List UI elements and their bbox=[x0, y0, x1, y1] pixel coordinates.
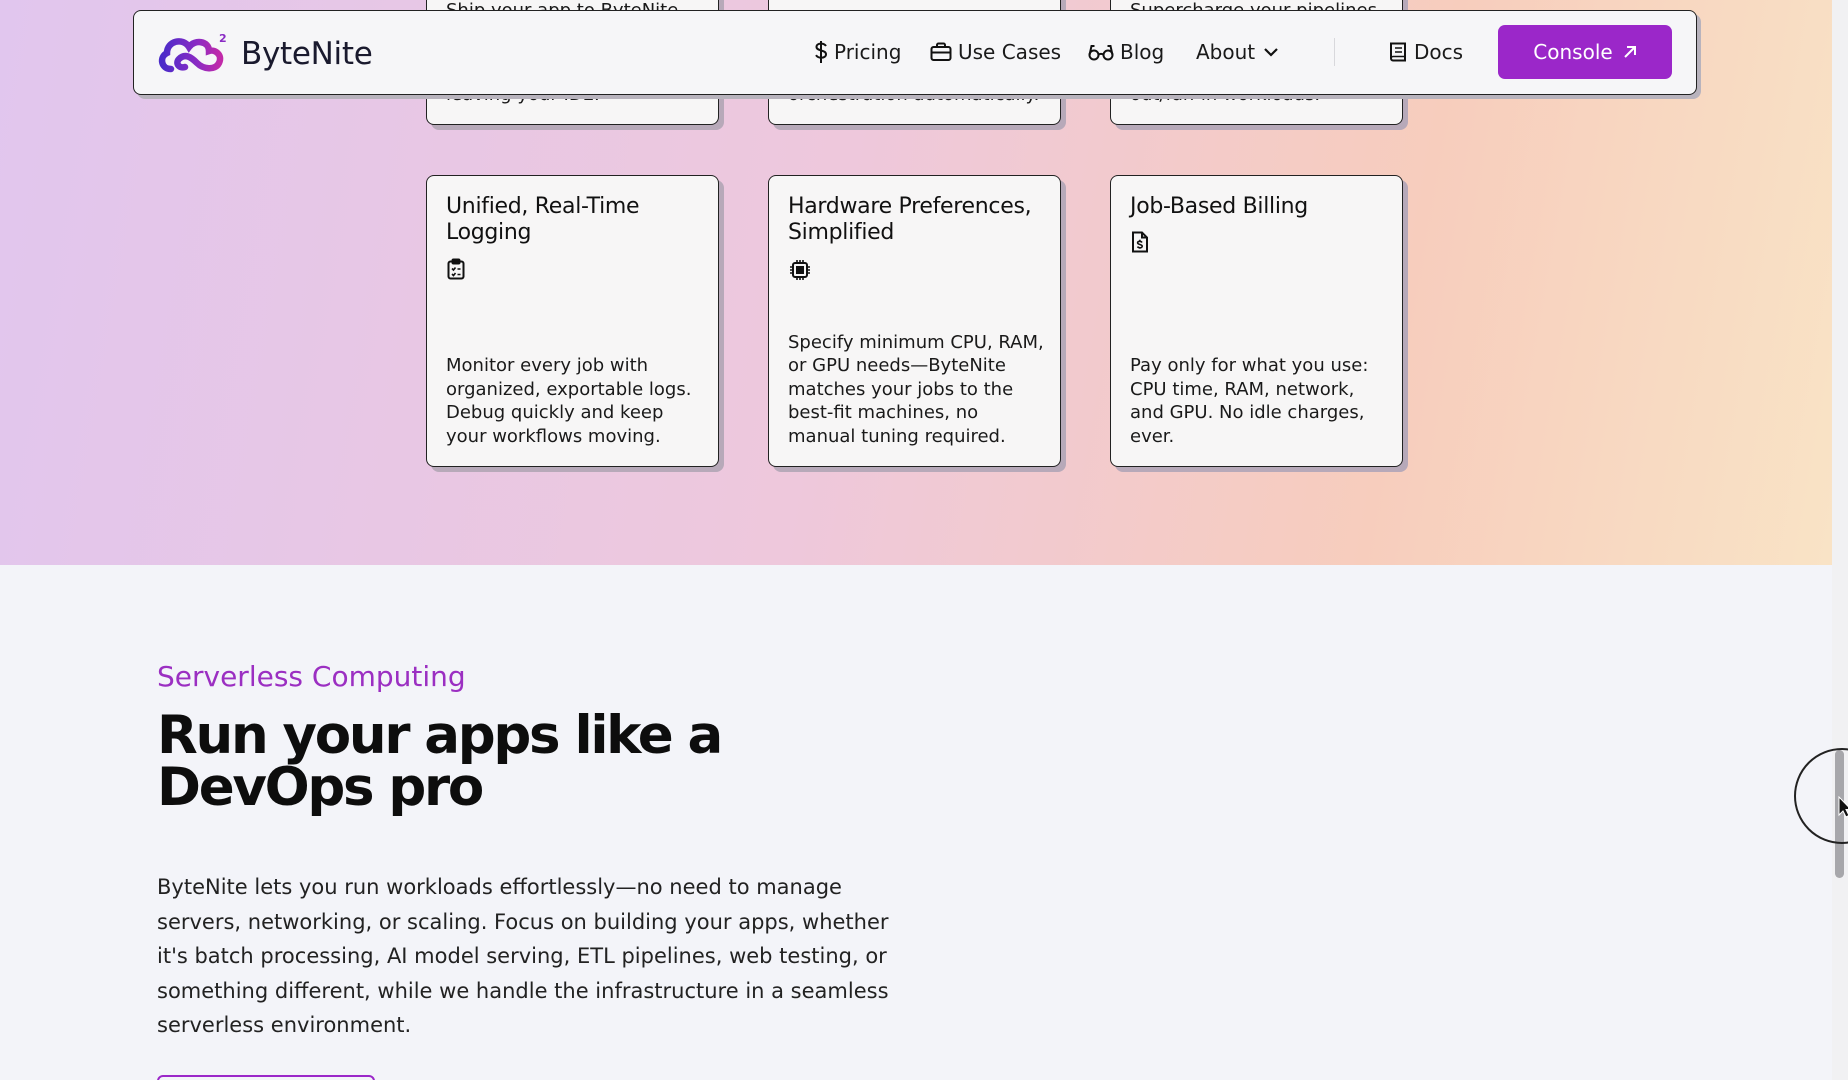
feature-card-logging: Unified, Real-Time Logging Monitor every… bbox=[426, 175, 719, 467]
section-body: ByteNite lets you run workloads effortle… bbox=[157, 875, 889, 1037]
external-arrow-icon bbox=[1623, 46, 1636, 58]
dollar-icon bbox=[815, 41, 828, 63]
nav-docs[interactable]: Docs bbox=[1388, 37, 1463, 67]
cpu-chip-icon bbox=[788, 258, 810, 280]
card-title: Unified, Real-Time Logging bbox=[446, 194, 640, 245]
book-icon bbox=[1390, 42, 1406, 62]
card-title: Hardware Preferences, Simplified bbox=[788, 194, 1032, 245]
navbar: 2 ByteNite Pricing Use Cases Blog About bbox=[133, 10, 1697, 95]
console-button[interactable]: Console bbox=[1498, 25, 1672, 79]
nav-about[interactable]: About bbox=[1196, 37, 1279, 67]
mouse-cursor-icon bbox=[1838, 796, 1848, 818]
feature-card-hardware: Hardware Preferences, Simplified Specify… bbox=[768, 175, 1061, 467]
nav-label: Docs bbox=[1414, 40, 1464, 64]
section-heading: Run your apps like a DevOps pro bbox=[157, 705, 723, 818]
brand-name: ByteNite bbox=[241, 36, 373, 72]
svg-text:2: 2 bbox=[219, 32, 227, 45]
nav-use-cases[interactable]: Use Cases bbox=[930, 37, 1061, 67]
glasses-icon bbox=[1088, 45, 1114, 61]
section-cta-button[interactable] bbox=[157, 1075, 375, 1080]
invoice-dollar-icon bbox=[1130, 230, 1150, 253]
briefcase-icon bbox=[930, 42, 952, 61]
brand-logo[interactable]: 2 ByteNite bbox=[157, 31, 373, 77]
nav-label: Pricing bbox=[834, 40, 902, 64]
feature-card-billing: Job-Based Billing Pay only for what you … bbox=[1110, 175, 1403, 467]
nav-pricing[interactable]: Pricing bbox=[814, 37, 901, 67]
bytenite-logo-icon: 2 bbox=[158, 32, 227, 73]
card-description: Monitor every job with organized, export… bbox=[446, 355, 692, 447]
card-description: Pay only for what you use: CPU time, RAM… bbox=[1130, 355, 1369, 447]
clipboard-list-icon bbox=[446, 258, 466, 280]
nav-label: Use Cases bbox=[958, 40, 1062, 64]
nav-blog[interactable]: Blog bbox=[1088, 37, 1164, 67]
chevron-down-icon bbox=[1264, 48, 1278, 57]
card-title: Job-Based Billing bbox=[1130, 194, 1308, 219]
section-eyebrow: Serverless Computing bbox=[157, 660, 466, 693]
console-label: Console bbox=[1533, 40, 1613, 64]
scrollbar-track[interactable] bbox=[1832, 0, 1848, 1080]
nav-label: Blog bbox=[1120, 40, 1165, 64]
nav-label: About bbox=[1196, 40, 1256, 64]
nav-divider bbox=[1334, 38, 1335, 66]
card-description: Specify minimum CPU, RAM, or GPU needs—B… bbox=[788, 331, 1044, 447]
